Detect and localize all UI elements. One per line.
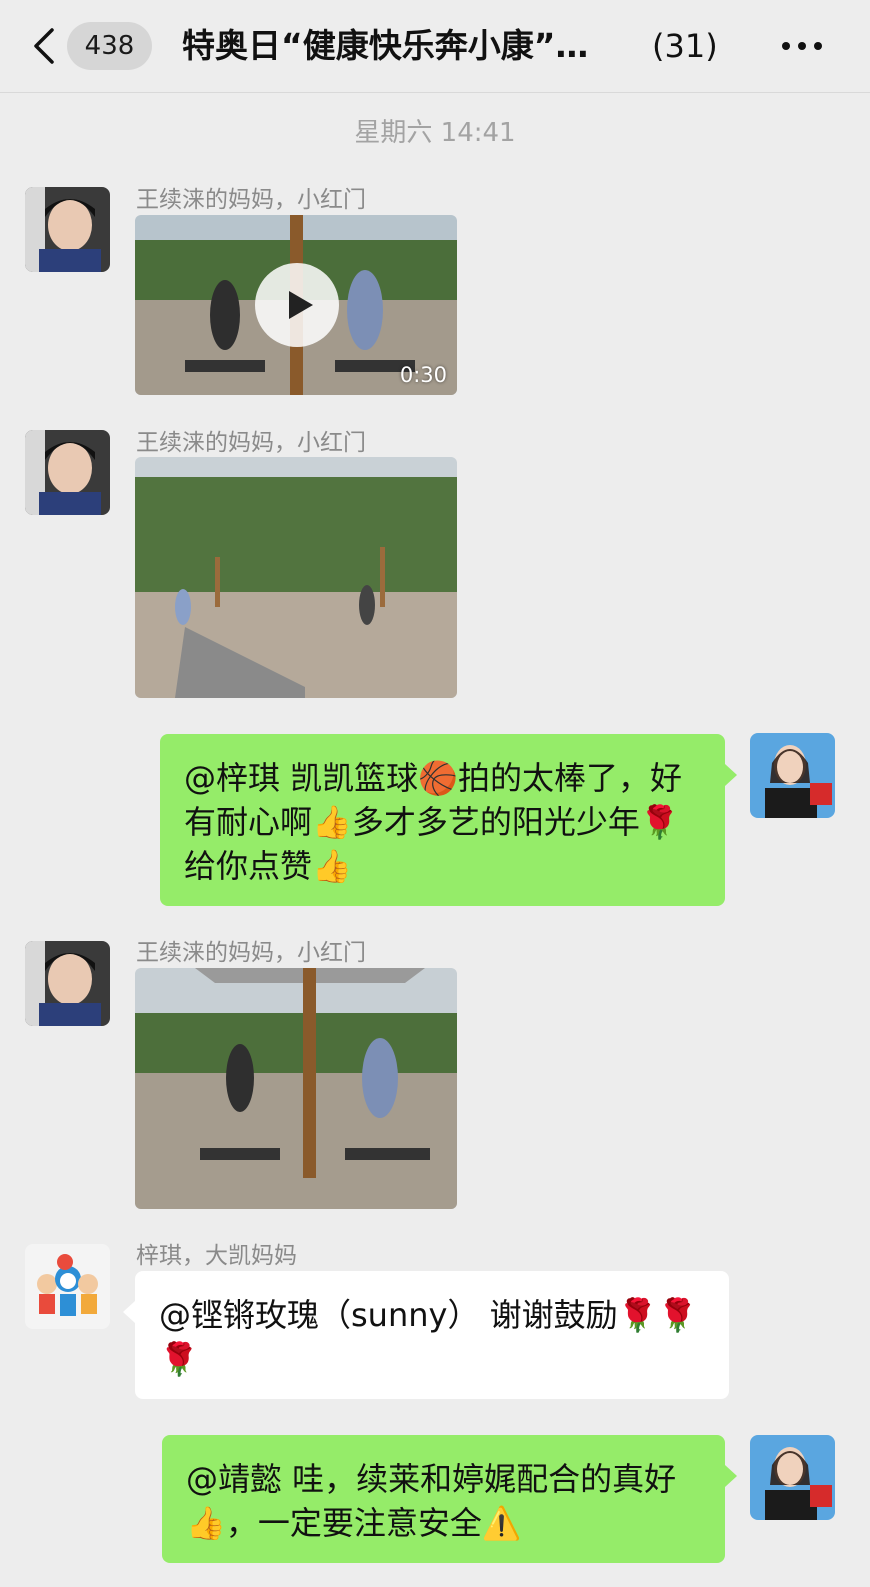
play-icon[interactable] <box>255 263 339 347</box>
chat-title[interactable]: 特奥日“健康快乐奔小康”… <box>182 22 632 70</box>
more-icon[interactable] <box>780 36 824 56</box>
outgoing-message-bubble[interactable]: @梓琪 凯凯篮球🏀拍的太棒了，好有耐心啊👍多才多艺的阳光少年🌹给你点赞👍 <box>160 734 725 906</box>
chat-header: 438 特奥日“健康快乐奔小康”… (31) <box>0 0 870 93</box>
incoming-message-bubble[interactable]: @铿锵玫瑰（sunny） 谢谢鼓励🌹🌹 🌹 <box>135 1271 729 1399</box>
sender-name: 王续涞的妈妈，小红门 <box>136 187 366 213</box>
unread-count-badge[interactable]: 438 <box>67 22 152 70</box>
bubble-tail <box>123 1301 135 1323</box>
member-count: (31) <box>652 27 718 65</box>
avatar[interactable] <box>25 430 110 515</box>
avatar[interactable] <box>25 187 110 272</box>
back-icon[interactable] <box>30 26 60 66</box>
sender-name: 王续涞的妈妈，小红门 <box>136 430 366 456</box>
my-avatar[interactable] <box>750 1435 835 1520</box>
avatar[interactable] <box>25 1244 110 1329</box>
avatar[interactable] <box>25 941 110 1026</box>
sender-name: 梓琪，大凯妈妈 <box>136 1243 297 1269</box>
image-message[interactable] <box>135 968 457 1209</box>
bubble-tail <box>725 1465 737 1487</box>
image-message[interactable] <box>135 457 457 698</box>
sender-name: 王续涞的妈妈，小红门 <box>136 940 366 966</box>
outgoing-message-bubble[interactable]: @靖懿 哇，续莱和婷娓配合的真好👍，一定要注意安全⚠️ <box>162 1435 725 1563</box>
my-avatar[interactable] <box>750 733 835 818</box>
message-timestamp: 星期六 14:41 <box>354 118 516 148</box>
video-duration: 0:30 <box>399 363 447 387</box>
video-message[interactable]: 0:30 <box>135 215 457 395</box>
bubble-tail <box>725 764 737 786</box>
